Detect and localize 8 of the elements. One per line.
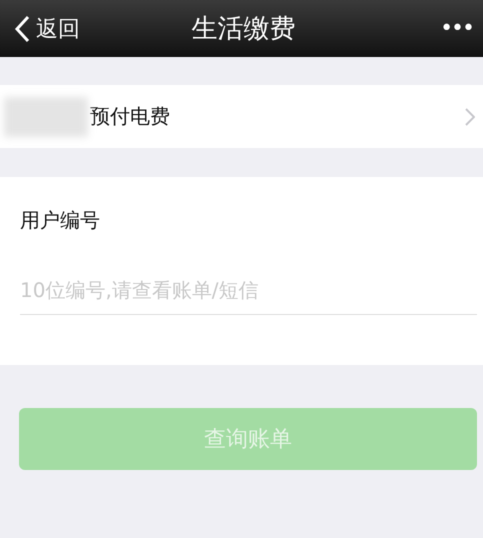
back-chevron-icon [14, 14, 30, 42]
more-button[interactable]: ••• [440, 16, 473, 41]
back-button[interactable]: 返回 [14, 14, 80, 44]
nav-title: 生活缴费 [192, 13, 296, 46]
field-label: 用户编号 [20, 207, 101, 234]
biller-row[interactable]: 预付电费 [0, 85, 483, 148]
biller-name: 预付电费 [90, 103, 171, 130]
chevron-right-icon [465, 108, 475, 126]
